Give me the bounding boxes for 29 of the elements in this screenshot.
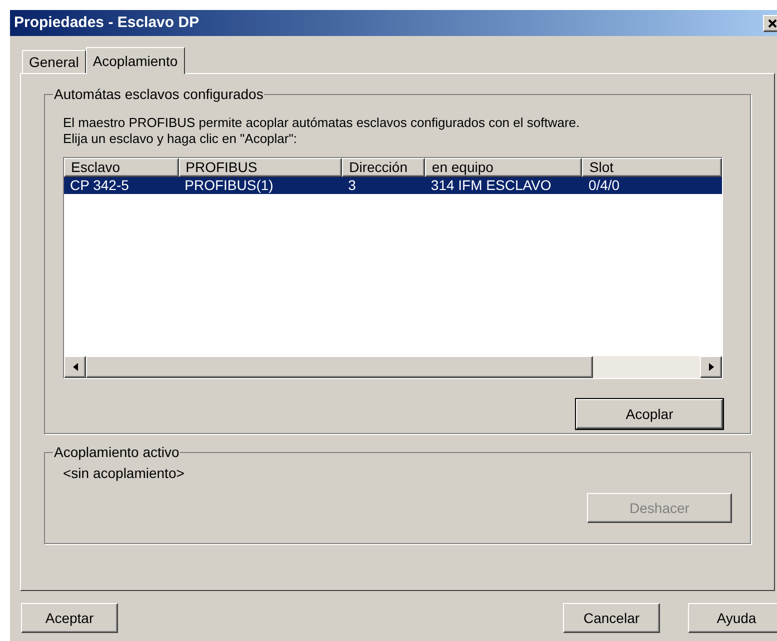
group-title: Automátas esclavos configurados <box>53 86 264 102</box>
left-arrow-icon <box>72 363 78 371</box>
column-header[interactable]: Slot <box>582 158 722 177</box>
instruction-text: Elija un esclavo y haga clic en "Acoplar": <box>63 131 298 147</box>
column-header[interactable]: en equipo <box>424 158 582 177</box>
close-icon <box>768 18 776 28</box>
scroll-thumb[interactable] <box>86 356 593 378</box>
tab[interactable]: Acoplamiento <box>86 47 185 74</box>
table-cell-text: 0/4/0 <box>587 177 621 194</box>
close-button[interactable] <box>763 14 777 32</box>
column-header[interactable]: PROFIBUS <box>178 158 342 177</box>
group-title: Acoplamiento activo <box>53 444 180 460</box>
horizontal-scrollbar[interactable] <box>64 356 722 378</box>
table-cell-text: CP 342-5 <box>69 177 130 194</box>
table-cell-text: 314 IFM ESCLAVO <box>430 177 552 194</box>
window-title: Propiedades - Esclavo DP <box>14 12 200 33</box>
instruction-text: El maestro PROFIBUS permite acoplar autómatas esclavos configurados con el software. <box>63 115 581 131</box>
dialog-button[interactable]: Cancelar <box>563 603 660 633</box>
dialog-button[interactable]: Aceptar <box>21 603 118 633</box>
tab[interactable]: General <box>22 50 86 73</box>
dialog-button[interactable]: Ayuda <box>688 603 777 633</box>
coupling-status: <sin acoplamiento> <box>63 465 186 481</box>
dialog-button[interactable]: Acoplar <box>576 399 723 429</box>
list-row[interactable]: CP 342-5 PROFIBUS(1) 3 314 IFM ESCLAVO 0/4/0 <box>64 177 722 194</box>
column-header[interactable]: Dirección <box>342 158 425 177</box>
table-cell-text: 3 <box>347 177 357 194</box>
right-arrow-icon <box>708 363 714 371</box>
table-cell-text: PROFIBUS(1) <box>184 177 274 194</box>
column-header[interactable]: Esclavo <box>64 158 179 177</box>
